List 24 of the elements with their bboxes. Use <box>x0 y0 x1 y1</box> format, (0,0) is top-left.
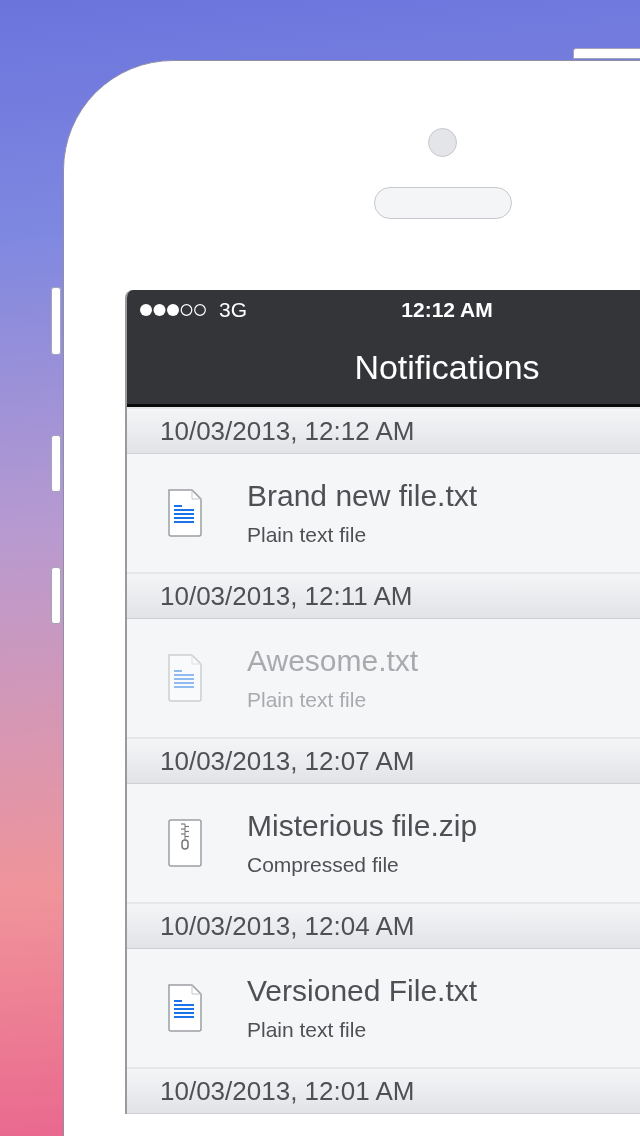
file-type: Plain text file <box>247 523 368 547</box>
text-document-icon <box>167 653 203 703</box>
section-header: 10/03/2013, 12:07 AM <box>127 737 640 784</box>
file-type: Plain text file <box>247 1018 368 1042</box>
section-header: 10/03/2013, 12:04 AM <box>127 902 640 949</box>
zipper-file-icon <box>167 818 203 868</box>
file-name: Brand new file.txt <box>247 479 478 513</box>
text-document-icon <box>167 488 203 538</box>
side-button-drawing <box>51 567 61 624</box>
file-name: Versioned File.txt <box>247 974 478 1008</box>
section-header: 10/03/2013, 12:01 AM <box>127 1067 640 1114</box>
section-header: 10/03/2013, 12:11 AM <box>127 572 640 619</box>
file-type: Compressed file <box>247 853 400 877</box>
file-name: Awesome.txt <box>247 644 419 678</box>
signal-strength-icon <box>139 303 207 317</box>
text-document-icon <box>167 983 203 1033</box>
file-type: Plain text file <box>247 688 368 712</box>
camera-drawing <box>428 128 457 157</box>
side-button-drawing <box>51 435 61 492</box>
file-name: Misterious file.zip <box>247 809 478 843</box>
status-time: 12:12 AM <box>401 298 493 322</box>
network-label: 3G <box>219 298 247 322</box>
side-button-drawing <box>51 287 61 355</box>
section-header: 10/03/2013, 12:12 AM <box>127 407 640 454</box>
